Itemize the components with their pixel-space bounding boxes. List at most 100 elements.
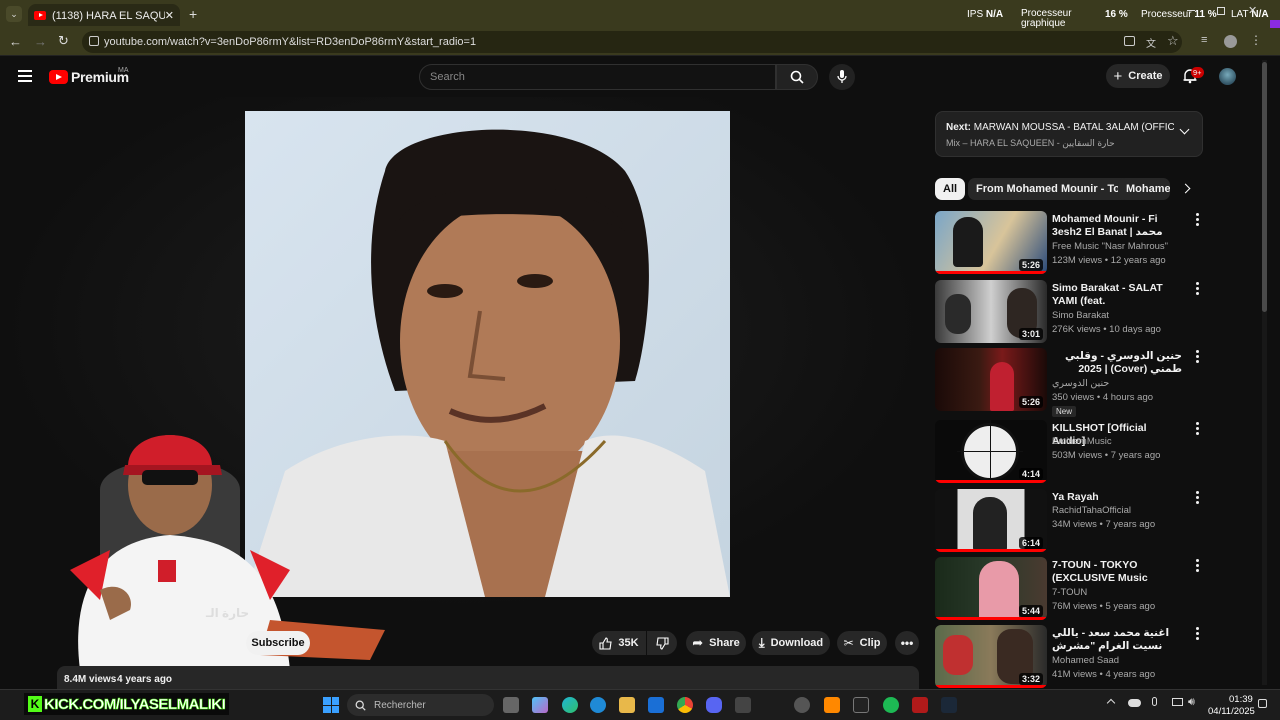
more-options-icon[interactable]	[1194, 350, 1200, 364]
chevron-down-icon[interactable]	[1179, 124, 1190, 135]
video-thumbnail[interactable]: 5:44	[935, 557, 1047, 620]
new-tab-icon[interactable]: +	[189, 6, 197, 22]
obs-icon[interactable]	[853, 697, 869, 713]
recommendation-item[interactable]: 4:14 KILLSHOT [Official Audio] EminemMus…	[935, 420, 1200, 483]
vlc-icon[interactable]	[824, 697, 840, 713]
subscribe-button[interactable]: Subscribe	[246, 631, 310, 655]
playlist-next-panel[interactable]: Next: MARWAN MOUSSA - BATAL 3ALAM (OFFIC…	[935, 111, 1203, 157]
account-avatar[interactable]	[1219, 68, 1236, 85]
discord-icon[interactable]	[706, 697, 722, 713]
watched-progress-bar	[935, 617, 1047, 620]
chip-mohamed[interactable]: Mohamed	[1118, 178, 1170, 200]
volume-icon[interactable]: 🔊︎	[1188, 696, 1195, 709]
youtube-logo[interactable]: Premium	[49, 69, 129, 85]
reload-icon[interactable]: ↻	[58, 33, 69, 49]
download-button[interactable]: ⤓ Download	[752, 631, 830, 655]
recommendation-item[interactable]: 3:01 Simo Barakat - SALAT YAMI (feat. @P…	[935, 280, 1200, 343]
watched-progress-bar	[935, 480, 1047, 483]
browser-menu-icon[interactable]: ⋮	[1250, 33, 1262, 47]
kick-stream-banner: K KICK.COM/ILYASELMALIKI	[24, 693, 230, 715]
notification-badge: 9+	[1191, 67, 1204, 78]
close-tab-icon[interactable]: ✕	[165, 9, 174, 22]
search-button[interactable]	[776, 64, 818, 90]
voice-search-button[interactable]	[829, 64, 855, 90]
thumbnail-art	[990, 362, 1014, 411]
upload-age: 4 years ago	[117, 674, 173, 685]
bookmark-star-icon[interactable]: ☆	[1167, 33, 1179, 49]
spotify-icon[interactable]	[883, 697, 899, 713]
display-icon[interactable]	[1172, 698, 1183, 706]
chip-all[interactable]: All	[935, 178, 966, 200]
hamburger-menu-icon[interactable]	[18, 70, 32, 82]
tab-youtube[interactable]: (1138) HARA EL SAQUEEN - يوتيوب ✕	[28, 4, 180, 26]
ips-value: N/A	[985, 9, 1004, 20]
description-box[interactable]: 8.4M views 4 years ago	[57, 666, 919, 689]
minimize-icon[interactable]	[1187, 10, 1195, 11]
more-options-icon[interactable]	[1194, 491, 1200, 505]
scrollbar-thumb[interactable]	[1262, 62, 1267, 312]
recommendation-item[interactable]: 6:14 Ya Rayah RachidTahaOfficial 34M vie…	[935, 489, 1200, 552]
clock-time[interactable]: 01:39	[1229, 694, 1253, 705]
subscribe-label: Subscribe	[251, 637, 305, 649]
more-horizontal-icon: •••	[900, 636, 914, 650]
search-input[interactable]: Search	[419, 64, 776, 90]
share-button[interactable]: ➦ Share	[686, 631, 746, 655]
video-thumbnail[interactable]: 3:01	[935, 280, 1047, 343]
video-thumbnail[interactable]: 3:32	[935, 625, 1047, 688]
maximize-icon[interactable]	[1217, 7, 1225, 15]
duration-badge: 5:26	[1018, 396, 1043, 408]
translate-icon[interactable]: 文	[1146, 35, 1156, 50]
cloud-icon[interactable]	[1128, 699, 1141, 707]
steam-icon[interactable]	[941, 697, 957, 713]
video-meta: 350 views • 4 hours ago	[1052, 392, 1154, 403]
kick-channel-text: KICK.COM/ILYASELMALIKI	[44, 695, 226, 713]
site-info-icon[interactable]	[89, 36, 99, 46]
dislike-button[interactable]	[647, 631, 677, 655]
url-field[interactable]: youtube.com/watch?v=3enDoP86rmY&list=RD3…	[82, 31, 1182, 53]
create-button[interactable]: + Create	[1106, 64, 1170, 88]
video-thumbnail[interactable]: 5:26	[935, 348, 1047, 411]
more-options-icon[interactable]	[1194, 559, 1200, 573]
channel-name: RachidTahaOfficial	[1052, 505, 1132, 516]
page-scrollbar[interactable]	[1262, 60, 1267, 685]
copilot-icon[interactable]	[532, 697, 548, 713]
back-icon[interactable]: ←	[9, 34, 22, 49]
taskbar-search[interactable]: Rechercher	[347, 694, 494, 716]
media-control-icon[interactable]: ≡	[1201, 34, 1207, 46]
video-thumbnail[interactable]: 4:14	[935, 420, 1047, 483]
more-actions-button[interactable]: •••	[895, 631, 919, 655]
steelseries-icon[interactable]	[794, 697, 810, 713]
duration-badge: 3:32	[1018, 673, 1043, 685]
microphone-tray-icon[interactable]	[1152, 697, 1157, 706]
more-options-icon[interactable]	[1194, 627, 1200, 641]
recommendation-item[interactable]: 5:26 حنين الدوسري - وقلبي طمني (Cover) |…	[935, 348, 1200, 417]
outlook-icon[interactable]	[648, 697, 664, 713]
edge-icon[interactable]	[562, 697, 578, 713]
more-options-icon[interactable]	[1194, 282, 1200, 296]
stream-app-icon[interactable]	[912, 697, 928, 713]
channel-name[interactable]: حارة الـ	[206, 606, 249, 620]
notification-center-icon[interactable]	[1258, 699, 1267, 708]
recommendation-item[interactable]: 3:32 اغنية محمد سعد - ياللي نسيت الغرام …	[935, 625, 1200, 688]
chrome-icon[interactable]	[677, 697, 693, 713]
file-explorer-icon[interactable]	[619, 697, 635, 713]
more-options-icon[interactable]	[1194, 213, 1200, 227]
photos-icon[interactable]	[735, 697, 751, 713]
close-window-icon[interactable]: ✕	[1248, 4, 1257, 17]
forward-icon[interactable]: →	[34, 34, 47, 49]
clock-date[interactable]: 04/11/2025	[1208, 706, 1255, 717]
clip-button[interactable]: ✂ Clip	[837, 631, 887, 655]
recommendation-item[interactable]: 5:26 Mohamed Mounir - Fi 3esh2 El Banat …	[935, 211, 1200, 274]
recommendation-item[interactable]: 5:44 7-TOUN - TOKYO (EXCLUSIVE Music Vid…	[935, 557, 1200, 620]
more-options-icon[interactable]	[1194, 422, 1200, 436]
task-view-icon[interactable]	[503, 697, 519, 713]
install-app-icon[interactable]	[1124, 36, 1135, 46]
profile-avatar[interactable]	[1224, 35, 1237, 48]
video-thumbnail[interactable]: 5:26	[935, 211, 1047, 274]
tab-list-button[interactable]: ⌄	[6, 6, 22, 22]
download-label: Download	[770, 637, 824, 649]
video-thumbnail[interactable]: 6:14	[935, 489, 1047, 552]
edge-dev-icon[interactable]	[590, 697, 606, 713]
windows-start-icon[interactable]	[323, 697, 339, 713]
like-button[interactable]: 35K	[592, 631, 646, 655]
